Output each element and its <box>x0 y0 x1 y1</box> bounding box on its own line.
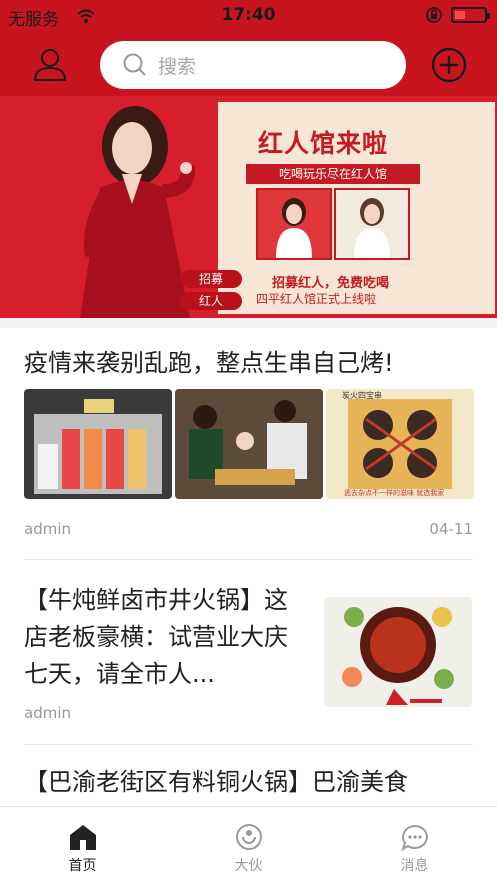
tab-label: 首页 <box>68 858 97 874</box>
banner-tag: 红人 <box>180 292 242 310</box>
article-title: 疫情来袭别乱跑，整点生串自己烤! <box>24 349 394 377</box>
user-profile-icon[interactable] <box>32 46 68 82</box>
thumbnail-sign-text: 炭火四宝串 <box>342 390 382 400</box>
article-separator <box>24 559 473 560</box>
article-thumbnail <box>24 389 172 499</box>
banner-photo-1 <box>256 188 332 260</box>
tab-label: 大伙 <box>234 858 263 874</box>
bottom-tab-bar: 首页 大伙 消息 <box>0 806 497 884</box>
people-icon <box>235 824 262 850</box>
banner-recruit-text: 招募红人，免费吃喝 <box>272 276 390 291</box>
search-placeholder: 搜索 <box>158 55 197 78</box>
tab-label: 消息 <box>400 858 429 874</box>
orientation-lock-icon <box>426 7 442 23</box>
article-title: 【巴渝老街区有料铜火锅】巴渝美食 <box>24 768 408 796</box>
search-bar[interactable]: 搜索 <box>100 41 406 89</box>
message-icon <box>400 824 428 851</box>
promo-banner[interactable]: 红人馆来啦 吃喝玩乐尽在红人馆 招募红人，免费吃喝 四平红人馆正式上线啦 招募 … <box>0 96 497 318</box>
section-divider <box>0 318 497 328</box>
article-author: admin <box>24 704 71 722</box>
tab-home[interactable]: 首页 <box>0 807 165 884</box>
banner-location-text: 四平红人馆正式上线啦 <box>256 292 377 306</box>
tab-messages[interactable]: 消息 <box>332 807 497 884</box>
article-separator <box>24 744 473 745</box>
article-title: 【牛炖鲜卤市井火锅】这店老板豪横：试营业大庆七天，请全市人... <box>24 586 288 688</box>
top-nav: 搜索 <box>0 34 497 96</box>
banner-slogan: 吃喝玩乐尽在红人馆 <box>246 164 420 184</box>
thumbnail-stamp-text: 逃去杂点不一样的滋味 就选我家 <box>344 488 444 497</box>
tab-people[interactable]: 大伙 <box>166 807 331 884</box>
banner-photo-2 <box>334 188 410 260</box>
battery-icon <box>451 7 490 23</box>
search-icon <box>123 53 146 76</box>
home-icon <box>69 825 96 850</box>
banner-tag: 招募 <box>180 270 242 288</box>
article-thumbnail: 炭火四宝串 逃去杂点不一样的滋味 就选我家 <box>326 389 474 499</box>
article-thumbnail <box>324 597 472 707</box>
article-thumbnail <box>175 389 323 499</box>
clock: 17:40 <box>221 5 276 25</box>
article-date: 04-11 <box>429 520 473 538</box>
banner-title: 红人馆来啦 <box>258 129 389 158</box>
add-icon[interactable] <box>431 47 467 83</box>
status-bar: 无服务 17:40 <box>0 0 497 34</box>
article-author: admin <box>24 520 71 538</box>
